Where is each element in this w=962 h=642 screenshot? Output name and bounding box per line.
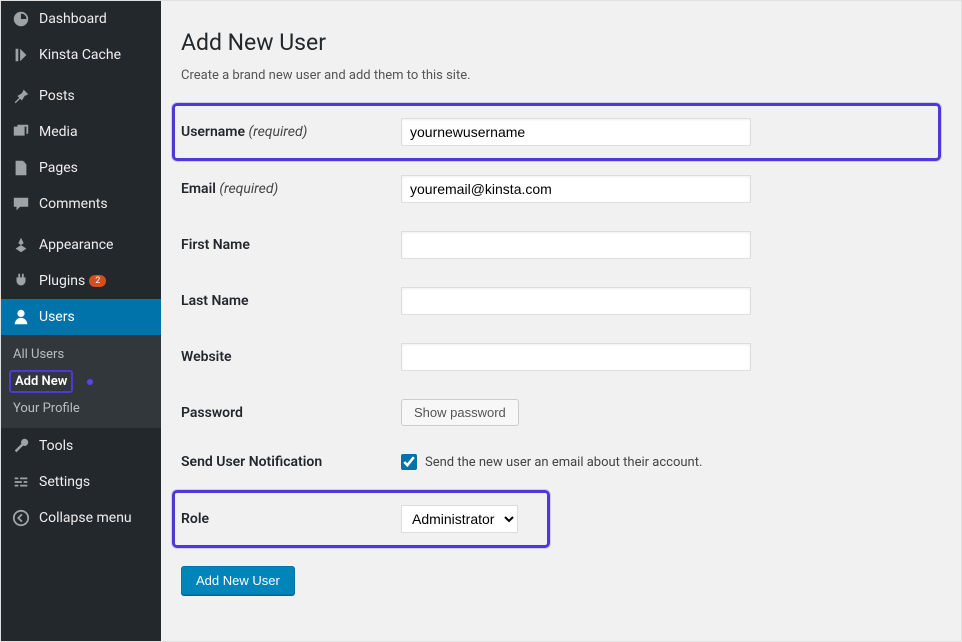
sidebar-label: Posts bbox=[39, 88, 75, 104]
sidebar-item-comments[interactable]: Comments bbox=[1, 186, 161, 222]
email-input[interactable] bbox=[401, 175, 751, 203]
firstname-label: First Name bbox=[181, 237, 401, 253]
submenu-all-users[interactable]: All Users bbox=[1, 341, 161, 368]
sidebar-item-posts[interactable]: Posts bbox=[1, 78, 161, 114]
sidebar-label: Collapse menu bbox=[39, 510, 132, 526]
password-label: Password bbox=[181, 405, 401, 421]
sidebar-label: Comments bbox=[39, 196, 108, 212]
role-highlight: Role Administrator bbox=[172, 490, 550, 548]
admin-sidebar: Dashboard Kinsta Cache Posts Media Pages… bbox=[1, 1, 161, 641]
sidebar-item-plugins[interactable]: Plugins 2 bbox=[1, 263, 161, 299]
sidebar-item-users[interactable]: Users bbox=[1, 299, 161, 335]
firstname-input[interactable] bbox=[401, 231, 751, 259]
page-title: Add New User bbox=[181, 29, 941, 56]
sidebar-item-media[interactable]: Media bbox=[1, 114, 161, 150]
users-submenu: All Users Add New Your Profile bbox=[1, 335, 161, 428]
sidebar-item-kinsta-cache[interactable]: Kinsta Cache bbox=[1, 37, 161, 73]
page-description: Create a brand new user and add them to … bbox=[181, 68, 941, 83]
sidebar-item-collapse[interactable]: Collapse menu bbox=[1, 500, 161, 536]
sidebar-item-pages[interactable]: Pages bbox=[1, 150, 161, 186]
dashboard-icon bbox=[11, 9, 31, 29]
media-icon bbox=[11, 122, 31, 142]
sidebar-label: Appearance bbox=[39, 237, 113, 253]
sidebar-label: Tools bbox=[39, 438, 73, 454]
comments-icon bbox=[11, 194, 31, 214]
sidebar-label: Kinsta Cache bbox=[39, 47, 121, 63]
username-highlight: Username (required) bbox=[172, 103, 941, 161]
username-label: Username (required) bbox=[181, 124, 401, 140]
username-input[interactable] bbox=[401, 118, 751, 146]
submenu-add-new[interactable]: Add New bbox=[9, 370, 73, 393]
sidebar-label: Users bbox=[39, 309, 75, 325]
role-label: Role bbox=[181, 511, 401, 527]
pages-icon bbox=[11, 158, 31, 178]
sidebar-label: Pages bbox=[39, 160, 78, 176]
plugins-update-badge: 2 bbox=[89, 275, 106, 287]
tools-icon bbox=[11, 436, 31, 456]
website-input[interactable] bbox=[401, 343, 751, 371]
collapse-icon bbox=[11, 508, 31, 528]
kinsta-icon bbox=[11, 45, 31, 65]
email-label: Email (required) bbox=[181, 181, 401, 197]
users-icon bbox=[11, 307, 31, 327]
appearance-icon bbox=[11, 235, 31, 255]
pin-icon bbox=[11, 86, 31, 106]
role-select[interactable]: Administrator bbox=[401, 505, 518, 533]
notification-label: Send User Notification bbox=[181, 454, 401, 470]
notification-text: Send the new user an email about their a… bbox=[425, 455, 702, 470]
lastname-input[interactable] bbox=[401, 287, 751, 315]
sidebar-label: Media bbox=[39, 124, 78, 140]
main-content: Add New User Create a brand new user and… bbox=[161, 1, 961, 641]
settings-icon bbox=[11, 472, 31, 492]
sidebar-label: Dashboard bbox=[39, 11, 107, 27]
website-label: Website bbox=[181, 349, 401, 365]
sidebar-item-settings[interactable]: Settings bbox=[1, 464, 161, 500]
lastname-label: Last Name bbox=[181, 293, 401, 309]
plugins-icon bbox=[11, 271, 31, 291]
sidebar-label: Plugins bbox=[39, 273, 85, 289]
show-password-button[interactable]: Show password bbox=[401, 399, 519, 426]
sidebar-label: Settings bbox=[39, 474, 90, 490]
submenu-your-profile[interactable]: Your Profile bbox=[1, 395, 161, 422]
notification-checkbox[interactable] bbox=[401, 454, 417, 470]
sidebar-item-tools[interactable]: Tools bbox=[1, 428, 161, 464]
highlight-dot bbox=[87, 379, 93, 385]
sidebar-item-dashboard[interactable]: Dashboard bbox=[1, 1, 161, 37]
add-new-user-button[interactable]: Add New User bbox=[181, 566, 295, 595]
sidebar-item-appearance[interactable]: Appearance bbox=[1, 227, 161, 263]
